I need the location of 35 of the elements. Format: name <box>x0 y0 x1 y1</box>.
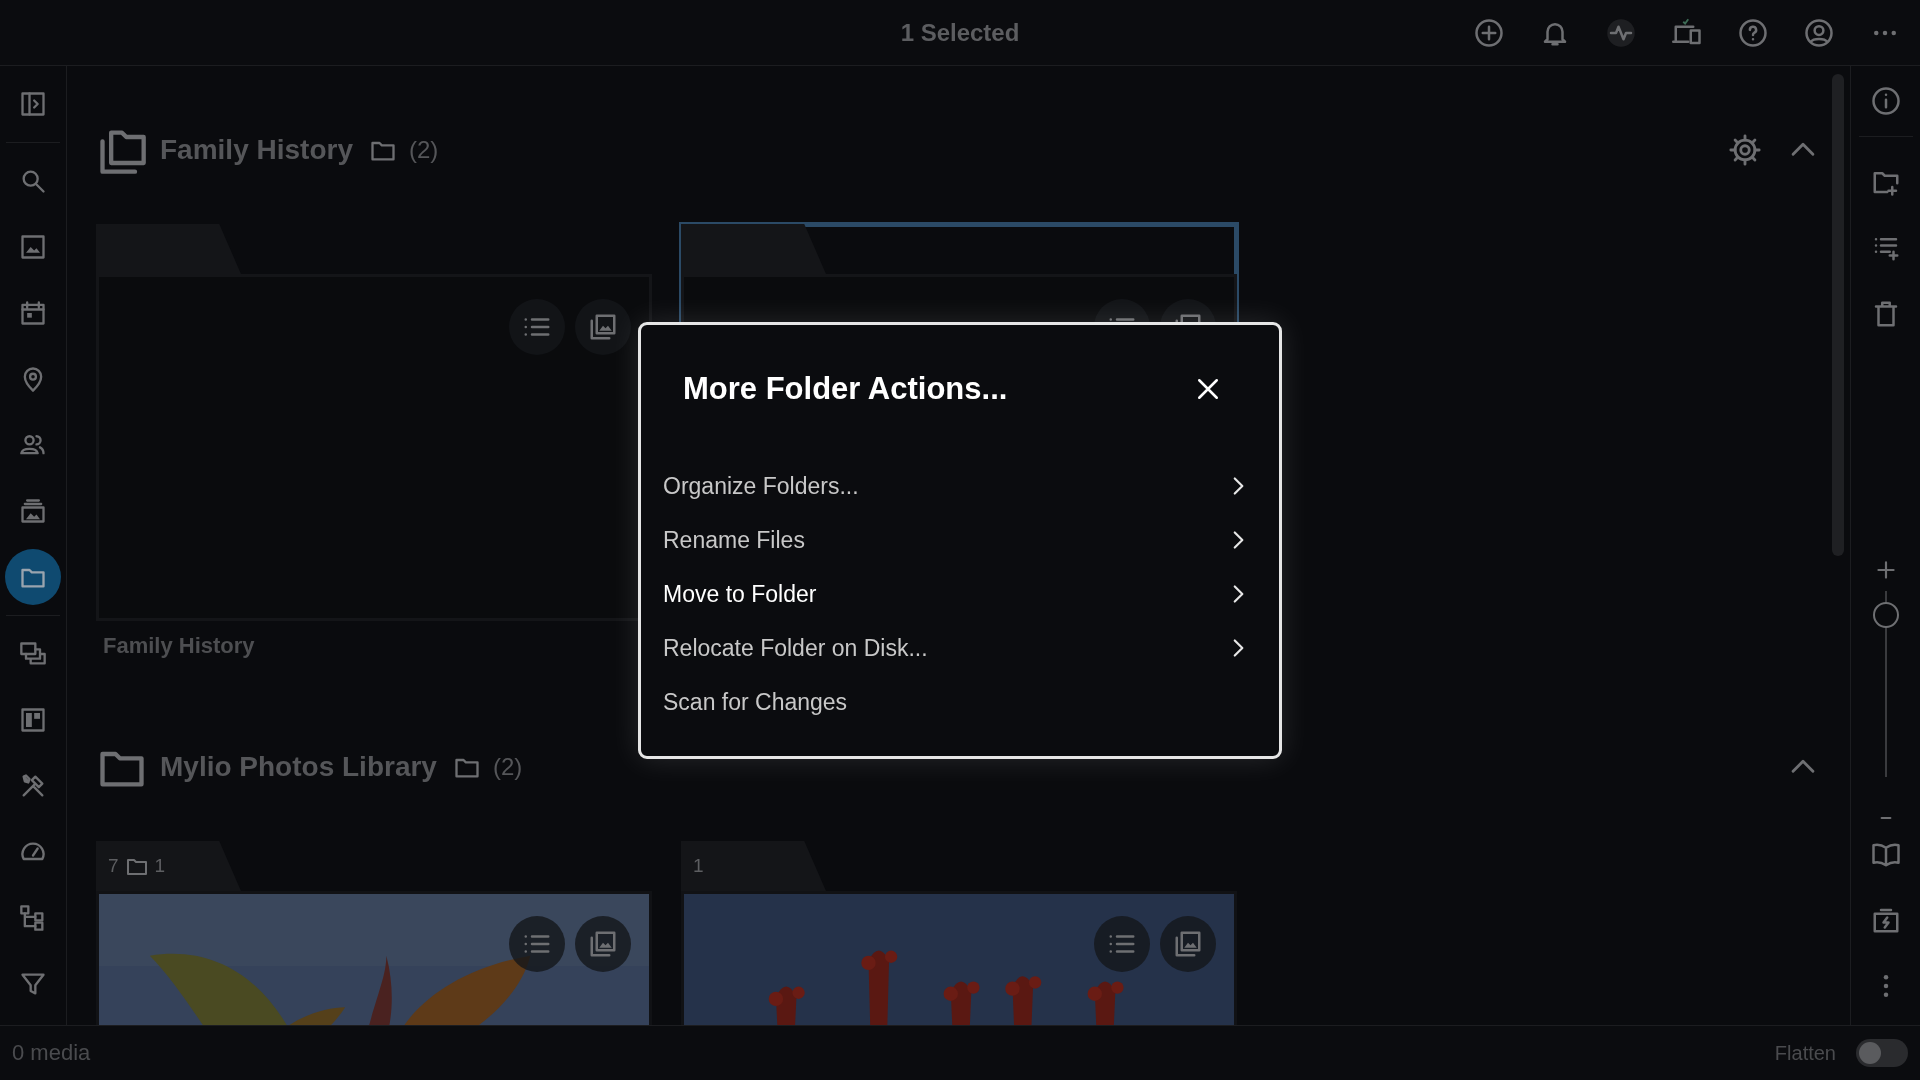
hierarchy-icon <box>19 904 47 932</box>
menu-item[interactable]: Organize Folders... <box>663 459 1279 513</box>
calendar-icon <box>19 299 47 327</box>
selection-title: 1 Selected <box>899 18 1021 47</box>
folder-count: (2) <box>408 136 439 164</box>
section-title: Mylio Photos Library <box>160 751 437 783</box>
stacked-frames-icon <box>19 640 47 668</box>
activity-icon[interactable] <box>1606 17 1636 48</box>
account-icon[interactable] <box>1804 17 1834 48</box>
flatten-label: Flatten <box>1774 1041 1836 1065</box>
subfolder-count: 1 <box>154 855 166 877</box>
albums-icon <box>19 497 47 525</box>
photo-stack-icon <box>588 312 618 342</box>
photo-stack-icon <box>1173 929 1203 959</box>
folder-name: Family History <box>103 633 256 659</box>
add-icon[interactable] <box>1474 17 1504 48</box>
photo-icon <box>19 233 47 261</box>
photo-stack-icon <box>588 929 618 959</box>
dashboard-icon <box>19 706 47 734</box>
dialog-title: More Folder Actions... <box>683 371 1009 407</box>
info-icon[interactable] <box>1870 86 1901 116</box>
menu-item[interactable]: Relocate Folder on Disk... <box>663 621 1279 675</box>
menu-item[interactable]: Move to Folder <box>663 567 1279 621</box>
flatten-toggle[interactable] <box>1856 1039 1908 1067</box>
folder-count: (2) <box>492 753 523 781</box>
section-title: Family History <box>160 134 353 166</box>
help-icon[interactable] <box>1738 17 1768 48</box>
media-count: 0 media <box>12 1040 91 1066</box>
menu-item[interactable]: Scan for Changes <box>663 675 1279 729</box>
media-count: 7 <box>108 855 119 877</box>
settings-icon[interactable] <box>1728 133 1762 167</box>
nav-button[interactable] <box>5 549 61 605</box>
media-count: 1 <box>693 855 704 877</box>
sidebar-toggle-icon <box>19 90 47 118</box>
menu-item[interactable]: Rename Files <box>663 513 1279 567</box>
